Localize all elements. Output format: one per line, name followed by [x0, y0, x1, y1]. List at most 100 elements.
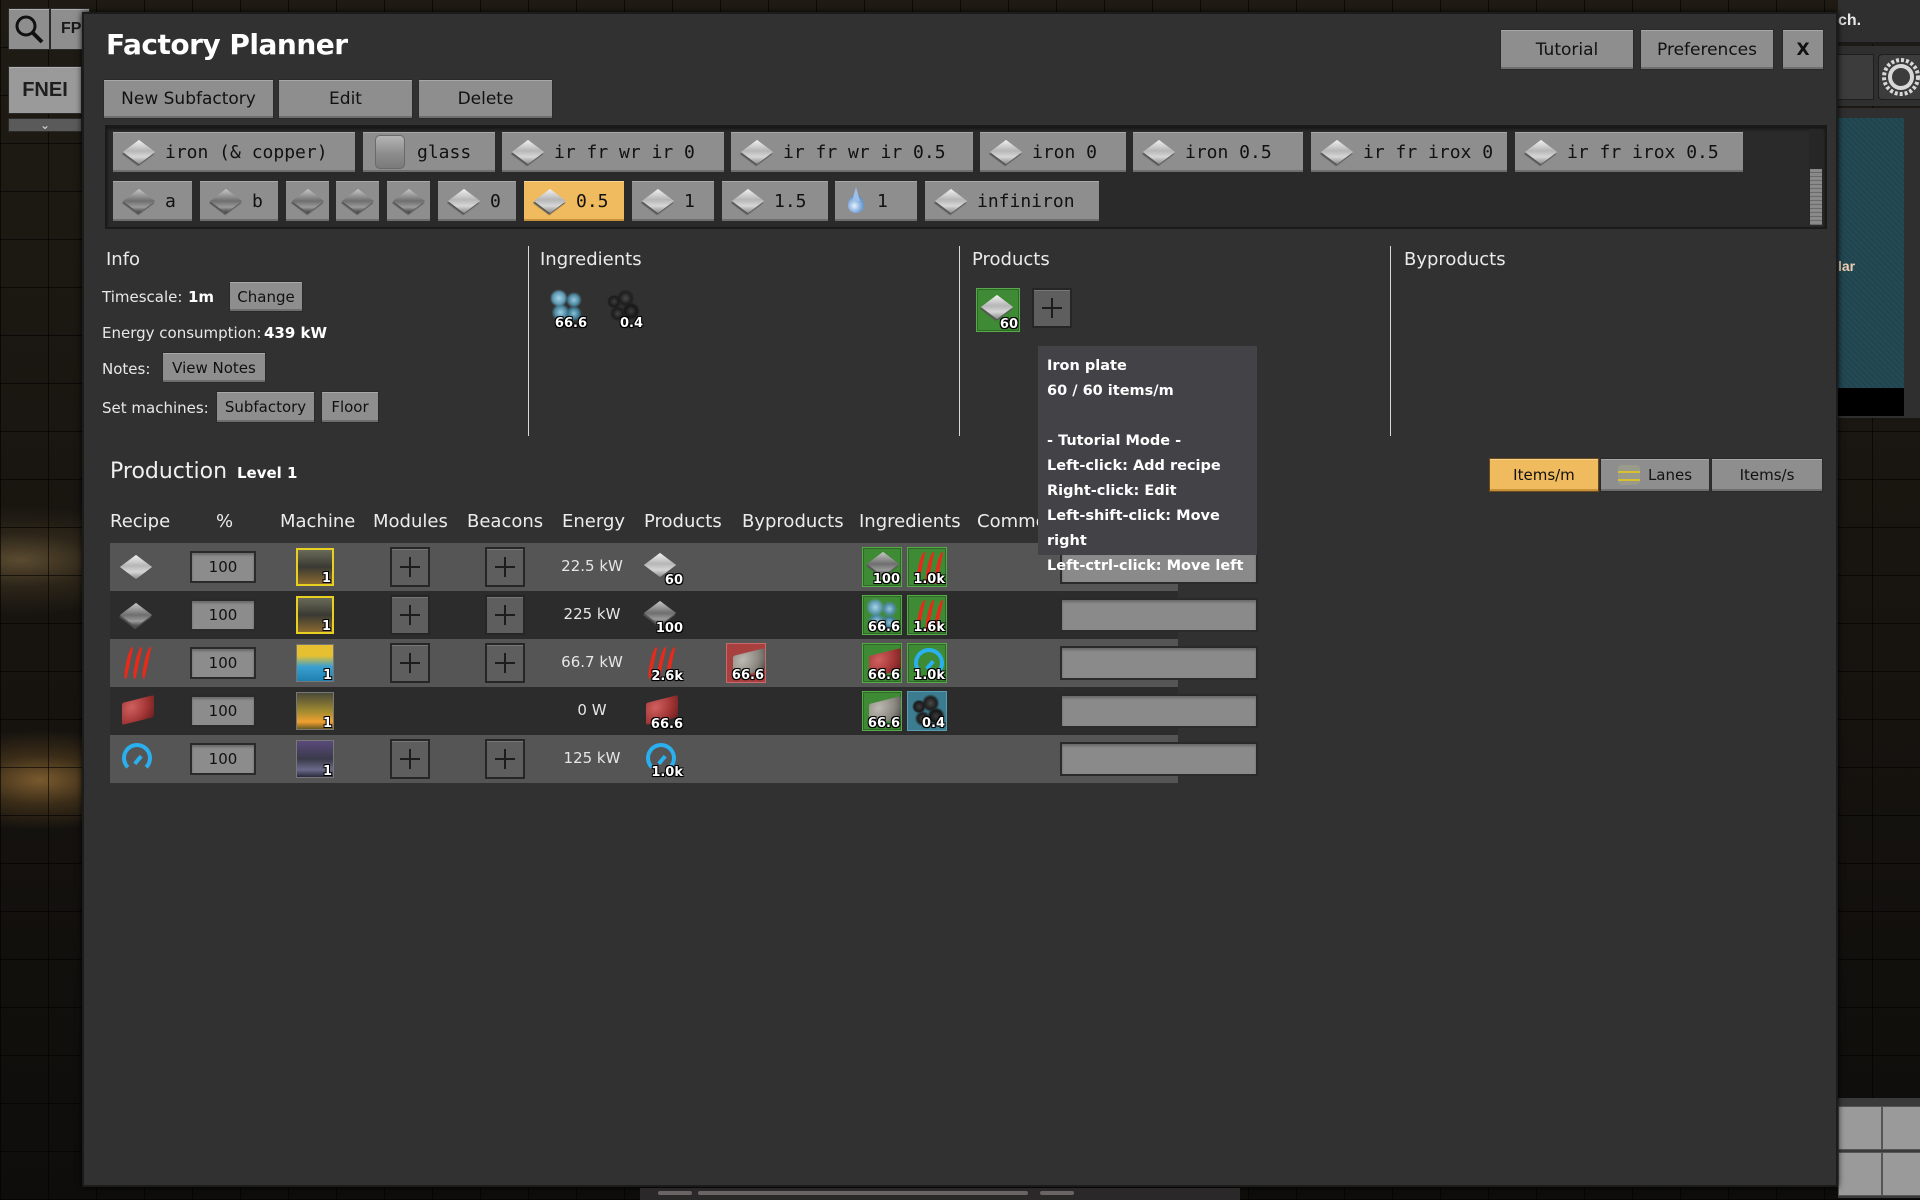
row-product[interactable]: 1.0k	[644, 739, 684, 780]
subfactory-tab[interactable]: ir fr wr ir 0	[501, 131, 725, 173]
row-product[interactable]: 60	[644, 547, 684, 588]
machine-boiler-icon[interactable]: 1	[296, 740, 334, 779]
production-row[interactable]: 100 1 22.5 kW 60 100 1.0k	[110, 543, 1258, 591]
percent-input[interactable]: 100	[190, 647, 256, 679]
quickbar-slot-magazine[interactable]	[1882, 1152, 1920, 1196]
machine-furnace-icon[interactable]: 1	[296, 548, 334, 586]
row-product[interactable]: 66.6	[644, 691, 684, 732]
row-ingredient[interactable]: 1.0k	[907, 547, 947, 587]
subfactory-tab[interactable]	[285, 180, 330, 222]
add-module-button[interactable]	[390, 643, 430, 683]
comment-input[interactable]	[1060, 742, 1258, 776]
ingredient-coal[interactable]: 0.4	[600, 286, 644, 331]
row-ingredient[interactable]: 1.6k	[907, 595, 947, 635]
row-ingredient[interactable]: 66.6	[862, 643, 902, 683]
settings-gear-icon[interactable]	[1878, 54, 1920, 100]
machine-kiln-icon[interactable]: 1	[296, 692, 334, 731]
add-module-button[interactable]	[390, 739, 430, 779]
subfactory-tab[interactable]	[335, 180, 380, 222]
percent-input[interactable]: 100	[190, 599, 256, 631]
row-product[interactable]: 2.6k	[644, 643, 684, 684]
add-module-button[interactable]	[390, 595, 430, 635]
byproducts-title: Byproducts	[1404, 249, 1506, 270]
subfactory-tab[interactable]: ir fr wr ir 0.5	[730, 131, 974, 173]
subfactory-tab-selected[interactable]: 0.5	[523, 180, 625, 222]
ingredient-amount: 66.6	[554, 316, 587, 331]
add-module-button[interactable]	[390, 547, 430, 587]
recipe-button[interactable]	[116, 547, 156, 587]
row-product[interactable]: 100	[644, 595, 684, 636]
row-ingredient[interactable]: 0.4	[907, 691, 947, 731]
quickbar-slot-pistol[interactable]	[1882, 1106, 1920, 1150]
edit-subfactory-button[interactable]: Edit	[278, 79, 413, 119]
add-product-button[interactable]	[1032, 288, 1072, 328]
machine-furnace-icon[interactable]: 1	[296, 596, 334, 634]
minimap-label: lar	[1838, 258, 1856, 274]
steel-plate-icon	[122, 601, 150, 629]
close-button[interactable]: X	[1782, 29, 1824, 70]
comment-input[interactable]	[1060, 598, 1258, 632]
change-timescale-button[interactable]: Change	[229, 281, 303, 312]
production-row[interactable]: 100 1 225 kW 100 66.6 1.6k	[110, 591, 1258, 639]
view-notes-button[interactable]: View Notes	[162, 352, 266, 383]
subfactory-tab[interactable]	[386, 180, 431, 222]
quickbar-slot-magazine[interactable]	[1838, 1152, 1882, 1196]
minimap[interactable]: lar	[1838, 108, 1920, 418]
subfactory-tab[interactable]: a	[112, 180, 193, 222]
subfactory-tab[interactable]: 1	[631, 180, 715, 222]
percent-input[interactable]: 100	[190, 743, 256, 775]
recipe-button[interactable]	[116, 643, 156, 683]
subfactory-tab[interactable]: iron 0.5	[1132, 131, 1304, 173]
recipe-button[interactable]	[116, 595, 156, 635]
subfactory-tab[interactable]: 1.5	[721, 180, 829, 222]
mode-lanes-button[interactable]: Lanes	[1600, 458, 1710, 492]
add-beacon-button[interactable]	[485, 643, 525, 683]
production-row[interactable]: 100 1 0 W 66.6 66.6 0.4	[110, 687, 1258, 735]
preferences-button[interactable]: Preferences	[1640, 29, 1774, 70]
machine-chemical-plant-icon[interactable]: 1	[296, 644, 334, 683]
row-ingredient[interactable]: 66.6	[862, 691, 902, 731]
subfactory-tab[interactable]: ir fr irox 0	[1310, 131, 1508, 173]
collapse-chevron-icon[interactable]: ⌄	[8, 118, 82, 132]
subfactory-tab[interactable]: glass	[362, 131, 496, 173]
subfactory-tab[interactable]: infiniron	[924, 180, 1100, 222]
quickbar-slot-pistol[interactable]	[1838, 1106, 1882, 1150]
recipe-button[interactable]	[116, 739, 156, 779]
production-level: Level 1	[237, 464, 298, 482]
add-beacon-button[interactable]	[485, 547, 525, 587]
row-ingredient[interactable]: 100	[862, 547, 902, 587]
mode-items-per-minute-button[interactable]: Items/m	[1489, 458, 1599, 492]
add-beacon-button[interactable]	[485, 739, 525, 779]
set-machines-subfactory-button[interactable]: Subfactory	[216, 391, 315, 423]
ingredient-iron-ore[interactable]: 66.6	[544, 286, 588, 331]
comment-input[interactable]	[1060, 694, 1258, 728]
mode-items-per-second-button[interactable]: Items/s	[1711, 458, 1823, 492]
delete-subfactory-button[interactable]: Delete	[418, 79, 553, 119]
percent-input[interactable]: 100	[190, 551, 256, 583]
row-ingredient[interactable]: 1.0k	[907, 643, 947, 683]
subfactory-scrollbar-thumb[interactable]	[1810, 169, 1822, 225]
search-tool-button[interactable]	[8, 8, 50, 50]
production-row[interactable]: 100 1 66.7 kW 2.6k 66.6 66.6 1.0k	[110, 639, 1258, 687]
add-beacon-button[interactable]	[485, 595, 525, 635]
percent-input[interactable]: 100	[190, 695, 256, 727]
subfactory-tab[interactable]: 1	[834, 180, 918, 222]
comment-input[interactable]	[1060, 646, 1258, 680]
column-header-energy: Energy	[562, 511, 626, 532]
subfactory-tab[interactable]: iron 0	[979, 131, 1127, 173]
production-row[interactable]: 100 1 125 kW 1.0k	[110, 735, 1258, 783]
subfactory-tab[interactable]: b	[199, 180, 279, 222]
new-subfactory-button[interactable]: New Subfactory	[103, 79, 274, 119]
item-tooltip: Iron plate 60 / 60 items/m - Tutorial Mo…	[1038, 346, 1257, 574]
tutorial-button[interactable]: Tutorial	[1500, 29, 1634, 70]
product-iron-plate[interactable]: 60	[976, 288, 1020, 332]
fnei-button[interactable]: FNEI	[8, 66, 82, 114]
subfactory-tab[interactable]: iron (& copper)	[112, 131, 356, 173]
info-title: Info	[106, 249, 141, 270]
row-byproduct[interactable]: 66.6	[726, 643, 766, 683]
recipe-button[interactable]	[116, 691, 156, 731]
subfactory-tab[interactable]: ir fr irox 0.5	[1514, 131, 1744, 173]
set-machines-floor-button[interactable]: Floor	[321, 391, 379, 423]
row-ingredient[interactable]: 66.6	[862, 595, 902, 635]
subfactory-tab[interactable]: 0	[437, 180, 517, 222]
